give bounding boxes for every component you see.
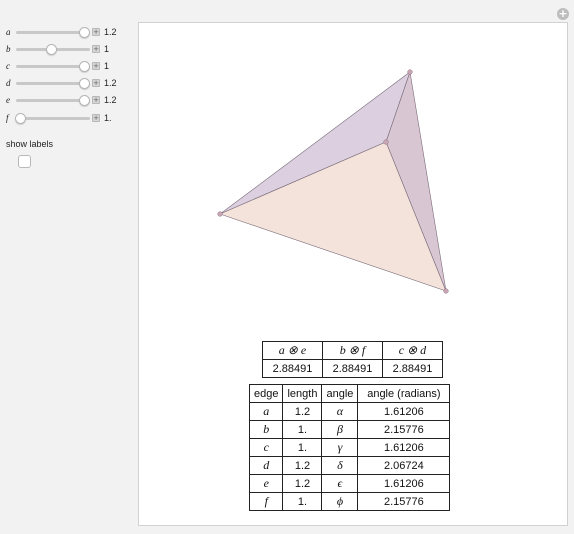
- edge-angle-table: edge length angle angle (radians) a 1.2 …: [248, 384, 451, 511]
- table-cell: α: [321, 402, 359, 421]
- table-cell: 1.: [282, 492, 323, 511]
- slider-f[interactable]: f + 1.: [6, 111, 136, 125]
- table-header: angle: [321, 384, 359, 403]
- vertex-point: [383, 139, 389, 145]
- table-cell: ϕ: [321, 492, 359, 511]
- table-cell: β: [321, 420, 359, 439]
- table-cell: e: [248, 474, 284, 493]
- table-cell: γ: [321, 438, 359, 457]
- table-header: edge: [248, 384, 284, 403]
- table-cell: b: [248, 420, 284, 439]
- plus-icon[interactable]: +: [92, 45, 100, 53]
- table-header: c ⊗ d: [382, 341, 443, 360]
- plus-icon[interactable]: +: [92, 96, 100, 104]
- table-cell: 1.2: [282, 402, 323, 421]
- table-cell: 2.15776: [357, 420, 451, 439]
- slider-value: 1: [104, 44, 110, 54]
- table-header: angle (radians): [357, 384, 451, 403]
- plus-icon[interactable]: +: [92, 79, 100, 87]
- plus-icon[interactable]: +: [92, 114, 100, 122]
- table-row: d 1.2 δ 2.06724: [248, 456, 451, 475]
- table-row: a 1.2 α 1.61206: [248, 402, 451, 421]
- table-cell: 1.61206: [357, 438, 451, 457]
- table-cell: 1.2: [282, 456, 323, 475]
- expand-options-icon[interactable]: +: [557, 8, 569, 20]
- table-cell: d: [248, 456, 284, 475]
- vertex-point: [407, 69, 413, 75]
- slider-handle[interactable]: [46, 44, 57, 55]
- table-row: b 1. β 2.15776: [248, 420, 451, 439]
- show-labels-checkbox[interactable]: [18, 155, 31, 168]
- slider-e[interactable]: e + 1.2: [6, 93, 136, 107]
- cross-ratio-table: a ⊗ e b ⊗ f c ⊗ d 2.88491 2.88491 2.8849…: [262, 341, 443, 378]
- slider-label: f: [6, 113, 9, 123]
- controls-panel: a + 1.2 b + 1 c + 1 d + 1.2 e + 1.2 f + …: [0, 0, 136, 534]
- vertex-point: [217, 211, 223, 217]
- table-cell: 1.61206: [357, 474, 451, 493]
- table-cell: 1.: [282, 438, 323, 457]
- slider-label: e: [6, 95, 10, 105]
- tetrahedron-graphic[interactable]: [139, 23, 569, 333]
- slider-value: 1.2: [104, 95, 117, 105]
- table-cell: 2.15776: [357, 492, 451, 511]
- table-header: length: [282, 384, 323, 403]
- table-header: a ⊗ e: [262, 341, 323, 360]
- table-cell: 2.88491: [262, 359, 323, 378]
- table-cell: 1.: [282, 420, 323, 439]
- table-cell: 2.06724: [357, 456, 451, 475]
- slider-value: 1.2: [104, 78, 117, 88]
- plus-icon[interactable]: +: [92, 28, 100, 36]
- table-row: f 1. ϕ 2.15776: [248, 492, 451, 511]
- table-cell: 1.2: [282, 474, 323, 493]
- slider-d[interactable]: d + 1.2: [6, 76, 136, 90]
- table-row: 2.88491 2.88491 2.88491: [262, 359, 443, 378]
- slider-track[interactable]: [16, 117, 90, 120]
- plus-icon[interactable]: +: [92, 62, 100, 70]
- slider-label: d: [6, 78, 11, 88]
- table-cell: δ: [321, 456, 359, 475]
- slider-b[interactable]: b + 1: [6, 42, 136, 56]
- slider-handle[interactable]: [79, 27, 90, 38]
- table-row: e 1.2 ϵ 1.61206: [248, 474, 451, 493]
- table-header: b ⊗ f: [322, 341, 383, 360]
- slider-handle[interactable]: [15, 113, 26, 124]
- slider-value: 1: [104, 61, 110, 71]
- table-cell: 2.88491: [322, 359, 383, 378]
- slider-label: a: [6, 27, 11, 37]
- slider-label: c: [6, 61, 10, 71]
- table-header-row: edge length angle angle (radians): [248, 384, 451, 403]
- table-row: c 1. γ 1.61206: [248, 438, 451, 457]
- output-panel: a ⊗ e b ⊗ f c ⊗ d 2.88491 2.88491 2.8849…: [138, 22, 568, 526]
- slider-handle[interactable]: [79, 61, 90, 72]
- slider-c[interactable]: c + 1: [6, 59, 136, 73]
- table-cell: a: [248, 402, 284, 421]
- vertex-point: [443, 288, 449, 294]
- slider-value: 1.: [104, 113, 112, 123]
- table-cell: 2.88491: [382, 359, 443, 378]
- slider-a[interactable]: a + 1.2: [6, 25, 136, 39]
- show-labels-label: show labels: [6, 139, 54, 149]
- table-cell: f: [248, 492, 284, 511]
- slider-handle[interactable]: [79, 95, 90, 106]
- table-header-row: a ⊗ e b ⊗ f c ⊗ d: [262, 341, 443, 360]
- table-cell: 1.61206: [357, 402, 451, 421]
- slider-handle[interactable]: [79, 78, 90, 89]
- slider-value: 1.2: [104, 27, 117, 37]
- table-cell: c: [248, 438, 284, 457]
- table-cell: ϵ: [321, 474, 359, 493]
- slider-label: b: [6, 44, 11, 54]
